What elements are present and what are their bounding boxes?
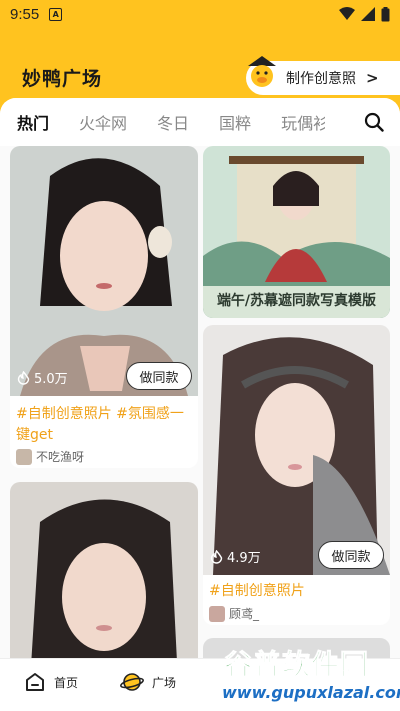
avatar bbox=[16, 448, 32, 465]
duck-mascot-icon bbox=[248, 56, 276, 87]
tab-huosanwang[interactable]: 火伞网 bbox=[79, 110, 127, 134]
status-icons bbox=[339, 6, 390, 22]
nav-home-label: 首页 bbox=[54, 675, 79, 690]
author-name: 顾鸢_ bbox=[229, 607, 260, 621]
photo-card-right-1[interactable]: 端午/苏幕遮同款写真模版 bbox=[203, 146, 390, 318]
photo-card-left-1[interactable]: 5.0万 做同款 #自制创意照片 #氛围感一键get 不吃渔呀 bbox=[10, 146, 198, 468]
card-caption: #自制创意照片 #氛围感一键get bbox=[16, 406, 184, 443]
status-time: 9:55 bbox=[10, 5, 40, 23]
watermark-title: 谷普软件园 bbox=[223, 648, 370, 682]
tab-hot[interactable]: 热门 bbox=[17, 110, 50, 134]
portrait-image bbox=[10, 146, 198, 396]
tab-winter[interactable]: 冬日 bbox=[157, 110, 189, 134]
status-bar: 9:55 A bbox=[0, 0, 400, 28]
battery-icon bbox=[381, 6, 390, 21]
likes-count: 4.9万 bbox=[210, 547, 261, 566]
likes-value: 4.9万 bbox=[227, 551, 261, 566]
nav-home[interactable]: 首页 bbox=[24, 671, 78, 693]
author-name: 不吃渔呀 bbox=[36, 450, 85, 464]
app-header: 妙鸭广场 制作创意照 > bbox=[0, 52, 400, 102]
content-sheet: 热门 火伞网 冬日 国粹 玩偶衫 5.0万 做同款 #自制创意照片 #氛围感一键… bbox=[0, 98, 400, 658]
site-watermark: 谷普软件园 www.gupuxlazal.com bbox=[218, 643, 400, 711]
card-author: 顾鸢_ bbox=[209, 605, 259, 622]
avatar bbox=[209, 605, 225, 622]
notification-a-icon: A bbox=[49, 7, 63, 21]
photo-card-right-2[interactable]: 4.9万 做同款 #自制创意照片 顾鸢_ bbox=[203, 325, 390, 625]
fire-icon bbox=[210, 549, 223, 564]
home-icon bbox=[26, 673, 44, 691]
wifi-icon bbox=[339, 7, 355, 20]
tab-guocui[interactable]: 国粹 bbox=[219, 110, 251, 134]
portrait-image bbox=[203, 325, 390, 575]
planet-icon bbox=[120, 673, 144, 691]
watermark-url: www.gupuxlazal.com bbox=[222, 683, 400, 702]
photo-card-left-2[interactable] bbox=[10, 482, 198, 658]
tab-doll-shirt[interactable]: 玩偶衫 bbox=[281, 110, 325, 134]
portrait-image bbox=[10, 482, 198, 658]
signal-icon bbox=[361, 7, 375, 21]
make-button-label: 制作创意照 bbox=[286, 71, 356, 87]
card-author: 不吃渔呀 bbox=[16, 448, 84, 465]
chevron-right-icon: > bbox=[366, 69, 379, 87]
category-tabs: 热门 火伞网 冬日 国粹 玩偶衫 bbox=[0, 98, 400, 146]
page-title: 妙鸭广场 bbox=[22, 68, 103, 90]
make-same-button[interactable]: 做同款 bbox=[126, 362, 192, 390]
make-creative-photo-button[interactable]: 制作创意照 > bbox=[246, 56, 400, 95]
banner-caption: 端午/苏幕遮同款写真模版 bbox=[216, 293, 377, 309]
card-caption: #自制创意照片 bbox=[209, 583, 305, 599]
make-same-button[interactable]: 做同款 bbox=[318, 541, 384, 569]
nav-plaza-label: 广场 bbox=[152, 675, 177, 690]
fire-icon bbox=[17, 370, 30, 385]
search-icon[interactable] bbox=[364, 112, 384, 132]
likes-count: 5.0万 bbox=[17, 368, 68, 387]
likes-value: 5.0万 bbox=[34, 372, 68, 387]
nav-plaza[interactable]: 广场 bbox=[120, 671, 176, 693]
